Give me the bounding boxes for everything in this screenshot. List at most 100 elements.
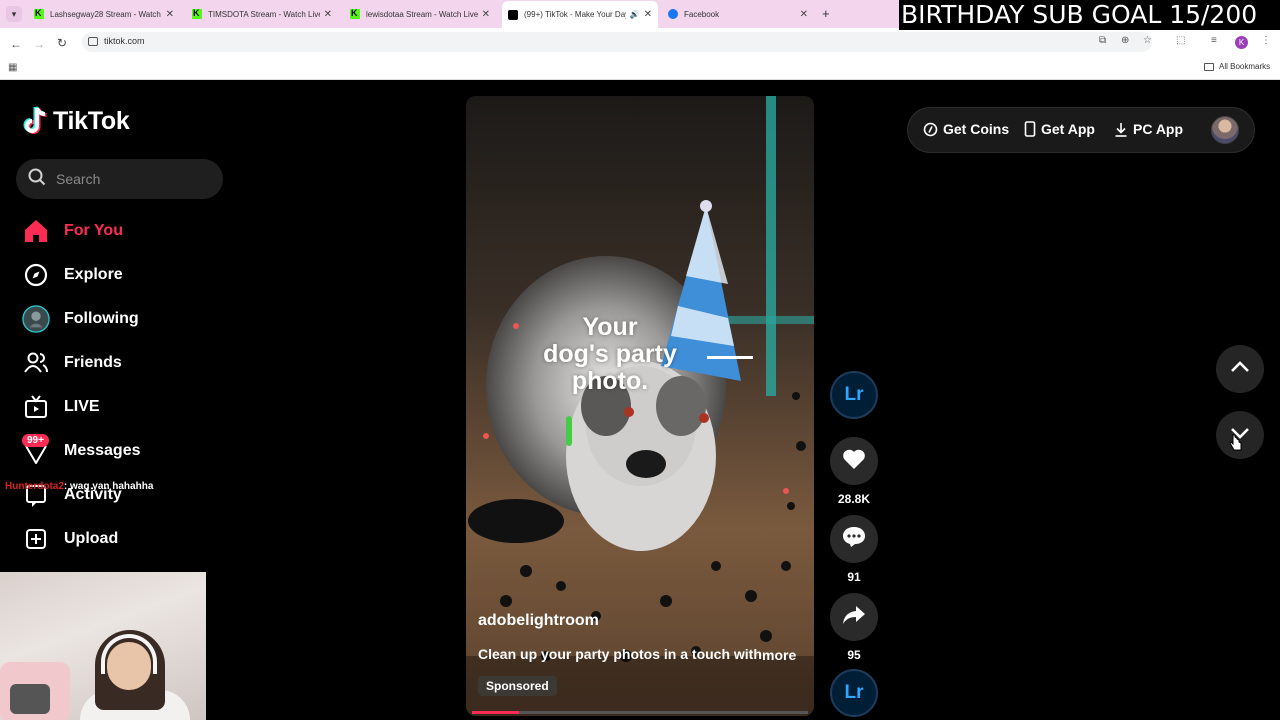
browser-tab[interactable]: lewisdotaa Stream - Watch Live ✕ bbox=[344, 0, 496, 28]
url-text: tiktok.com bbox=[104, 36, 145, 46]
video-progress-fill bbox=[472, 711, 520, 714]
sponsored-badge: Sponsored bbox=[478, 676, 557, 696]
like-button[interactable] bbox=[830, 437, 878, 485]
tiktok-note-icon bbox=[23, 106, 49, 136]
chevron-up-icon bbox=[1230, 360, 1250, 378]
webcam-background-object bbox=[10, 684, 50, 714]
overlay-dash bbox=[707, 356, 753, 359]
close-tab-icon[interactable]: ✕ bbox=[166, 9, 174, 20]
heart-icon bbox=[842, 448, 866, 475]
tab-title: (99+) TikTok - Make Your Day bbox=[524, 10, 626, 19]
search-box[interactable] bbox=[16, 159, 223, 199]
sidebar-item-following[interactable]: Following bbox=[22, 301, 139, 337]
site-info-icon[interactable] bbox=[88, 37, 98, 46]
share-arrow-icon bbox=[842, 604, 866, 631]
tiktok-icon bbox=[508, 9, 518, 20]
caption-more-button[interactable]: more bbox=[762, 647, 796, 663]
video-overlay-text: Your dog's party photo. bbox=[520, 314, 700, 395]
forward-icon[interactable]: → bbox=[33, 37, 45, 51]
logo-text: TikTok bbox=[53, 106, 130, 135]
video-progress-bar[interactable] bbox=[472, 711, 808, 714]
comment-button[interactable] bbox=[830, 515, 878, 563]
tab-title: lewisdotaa Stream - Watch Live bbox=[366, 9, 478, 19]
friends-icon bbox=[22, 349, 50, 377]
like-count: 28.8K bbox=[837, 492, 871, 506]
sub-goal-overlay: BIRTHDAY SUB GOAL 15/200 bbox=[899, 0, 1280, 30]
get-app-button[interactable]: Get App bbox=[1024, 121, 1095, 137]
overlay-line: Your bbox=[582, 313, 638, 341]
browser-tab[interactable]: TIMSDOTA Stream - Watch Live ✕ bbox=[186, 0, 338, 28]
sidebar-item-explore[interactable]: Explore bbox=[22, 257, 123, 293]
apps-grid-icon[interactable]: ▦ bbox=[8, 62, 17, 73]
search-input[interactable] bbox=[56, 171, 206, 187]
search-icon bbox=[28, 168, 46, 191]
phone-icon bbox=[1024, 121, 1036, 137]
video-caption: Clean up your party photos in a touch wi… bbox=[478, 646, 762, 662]
tab-title: TIMSDOTA Stream - Watch Live bbox=[208, 9, 320, 19]
sidebar-item-live[interactable]: LIVE bbox=[22, 389, 100, 425]
all-bookmarks-label: All Bookmarks bbox=[1219, 62, 1271, 71]
sidebar-item-for-you[interactable]: For You bbox=[22, 213, 123, 249]
share-count: 95 bbox=[847, 648, 861, 662]
comment-icon bbox=[842, 526, 866, 553]
music-disc-button[interactable]: Lr bbox=[830, 669, 878, 717]
new-tab-button[interactable]: + bbox=[822, 6, 830, 21]
profile-avatar[interactable]: K bbox=[1235, 36, 1248, 49]
media-control-icon[interactable]: ≡ bbox=[1211, 35, 1217, 46]
previous-video-button[interactable] bbox=[1216, 345, 1264, 393]
speaker-icon[interactable]: 🔊 bbox=[630, 10, 640, 19]
overlay-line: photo. bbox=[571, 367, 649, 395]
chat-text: wag yan hahahha bbox=[67, 481, 154, 492]
browser-tab[interactable]: Lashsegway28 Stream - Watch Live ✕ bbox=[28, 0, 180, 28]
sidebar-item-upload[interactable]: Upload bbox=[22, 521, 118, 557]
sidebar-item-label: Messages bbox=[64, 442, 141, 459]
creator-avatar-button[interactable]: Lr bbox=[830, 371, 878, 419]
tab-search-button[interactable]: ▾ bbox=[6, 6, 22, 22]
tab-title: Facebook bbox=[684, 9, 720, 19]
bookmark-star-icon[interactable]: ☆ bbox=[1143, 35, 1152, 46]
extensions-icon[interactable]: ⬚ bbox=[1176, 35, 1185, 46]
sidebar-item-label: LIVE bbox=[64, 398, 100, 415]
comment-count: 91 bbox=[847, 570, 861, 584]
tiktok-logo[interactable]: TikTok bbox=[23, 106, 130, 136]
video-author[interactable]: adobelightroom bbox=[478, 612, 599, 630]
tab-title: Lashsegway28 Stream - Watch Live bbox=[50, 9, 162, 19]
install-icon[interactable]: ⧉ bbox=[1099, 35, 1106, 46]
share-button[interactable] bbox=[830, 593, 878, 641]
upload-icon bbox=[22, 525, 50, 553]
browser-tab-active[interactable]: (99+) TikTok - Make Your Day 🔊 ✕ bbox=[502, 1, 658, 28]
home-icon bbox=[22, 217, 50, 245]
sidebar-item-label: Explore bbox=[64, 266, 123, 283]
kick-icon bbox=[350, 8, 360, 19]
close-tab-icon[interactable]: ✕ bbox=[644, 9, 652, 20]
close-tab-icon[interactable]: ✕ bbox=[324, 9, 332, 20]
get-coins-button[interactable]: Get Coins bbox=[923, 121, 1009, 137]
sidebar-item-label: Upload bbox=[64, 530, 119, 547]
browser-tab[interactable]: Facebook ✕ bbox=[662, 0, 814, 28]
close-tab-icon[interactable]: ✕ bbox=[482, 9, 490, 20]
bookmarks-bar bbox=[0, 56, 1280, 80]
sidebar-item-friends[interactable]: Friends bbox=[22, 345, 122, 381]
pc-app-label: PC App bbox=[1133, 121, 1184, 137]
menu-kebab-icon[interactable]: ⋮ bbox=[1261, 35, 1271, 46]
zoom-icon[interactable]: ⊕ bbox=[1121, 35, 1129, 46]
download-icon bbox=[1114, 122, 1128, 137]
kick-icon bbox=[34, 8, 44, 19]
url-input[interactable] bbox=[82, 32, 1152, 52]
close-tab-icon[interactable]: ✕ bbox=[800, 9, 808, 20]
back-icon[interactable]: ← bbox=[10, 37, 22, 51]
get-coins-label: Get Coins bbox=[943, 121, 1010, 137]
all-bookmarks-button[interactable]: All Bookmarks bbox=[1204, 62, 1270, 71]
compass-icon bbox=[22, 261, 50, 289]
facebook-icon bbox=[668, 9, 678, 19]
sidebar-item-label: Friends bbox=[64, 354, 122, 371]
sidebar-item-label: For You bbox=[64, 222, 123, 239]
user-avatar[interactable] bbox=[1211, 116, 1239, 144]
overlay-line: dog's party bbox=[543, 340, 677, 368]
stream-chat-message: Hunterdota2: wag yan hahahha bbox=[5, 481, 153, 492]
webcam-overlay bbox=[0, 572, 206, 720]
reload-icon[interactable]: ↻ bbox=[57, 36, 67, 50]
chat-username: Hunterdota2 bbox=[5, 481, 64, 492]
sidebar-item-label: Following bbox=[64, 310, 139, 327]
pc-app-button[interactable]: PC App bbox=[1114, 121, 1183, 137]
